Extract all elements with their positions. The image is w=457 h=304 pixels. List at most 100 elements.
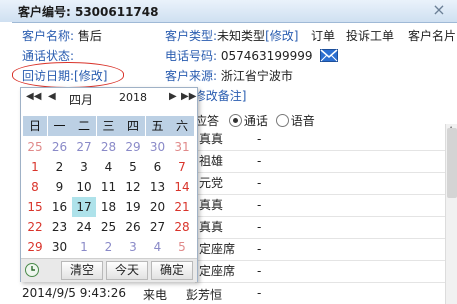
- customer-type-row: 客户类型:未知类型[修改]: [165, 27, 298, 44]
- calendar-day[interactable]: 7: [170, 157, 194, 177]
- calendar-month[interactable]: 四月: [69, 91, 93, 108]
- calendar-day[interactable]: 4: [97, 157, 121, 177]
- calendar-day[interactable]: 27: [146, 217, 170, 237]
- left-strip: [0, 22, 12, 304]
- calendar-day[interactable]: 28: [170, 217, 194, 237]
- table-row[interactable]: 定座席 -: [195, 260, 445, 283]
- calendar-day[interactable]: 5: [170, 237, 194, 257]
- row-name: 定座席: [199, 264, 236, 278]
- calendar-day[interactable]: 6: [146, 157, 170, 177]
- calendar-day[interactable]: 20: [146, 197, 170, 217]
- row-value: -: [257, 220, 262, 234]
- call-status-label: 通话状态:: [22, 49, 75, 63]
- answer-header: 应答: [195, 114, 220, 128]
- window-titlebar: 客户编号: 5300611748 ×: [0, 0, 457, 23]
- weekday-header: 三: [96, 116, 121, 136]
- calendar-day[interactable]: 21: [170, 197, 194, 217]
- calendar-day[interactable]: 23: [48, 217, 72, 237]
- row-name: 元党: [199, 176, 224, 190]
- calendar-day[interactable]: 26: [121, 217, 145, 237]
- radio-call-option[interactable]: 通话: [228, 114, 268, 128]
- calendar-day[interactable]: 25: [23, 137, 47, 157]
- row-name: 真真: [199, 198, 224, 212]
- calendar-day[interactable]: 5: [121, 157, 145, 177]
- scrollbar[interactable]: ▲: [445, 124, 457, 304]
- weekday-header: 二: [72, 116, 96, 136]
- calendar-day[interactable]: 24: [72, 217, 96, 237]
- table-row[interactable]: 元党 -: [195, 172, 445, 195]
- calendar-day[interactable]: 18: [97, 197, 121, 217]
- calendar-day[interactable]: 9: [48, 177, 72, 197]
- calendar-day[interactable]: 1: [72, 237, 96, 257]
- row-name: 真真: [199, 220, 224, 234]
- radio-voice-icon[interactable]: [275, 114, 289, 127]
- calendar-day[interactable]: 2: [48, 157, 72, 177]
- calendar-nav: ◀◀ ◀ 四月 2018 ▶ ▶▶: [21, 88, 197, 110]
- row-value: -: [257, 132, 262, 146]
- calendar-day[interactable]: 27: [72, 137, 96, 157]
- mail-icon[interactable]: [320, 49, 339, 65]
- row-value: -: [257, 154, 262, 168]
- calendar-day[interactable]: 10: [72, 177, 96, 197]
- calendar-day[interactable]: 17: [72, 197, 96, 217]
- row-name: 真真: [199, 132, 224, 146]
- calendar-day[interactable]: 3: [72, 157, 96, 177]
- calendar-footer: 清空 今天 确定: [21, 258, 197, 282]
- scrollbar-thumb[interactable]: [447, 128, 457, 198]
- calendar-day[interactable]: 1: [23, 157, 47, 177]
- next-month-icon[interactable]: ▶: [169, 91, 177, 102]
- clock-icon[interactable]: [24, 262, 40, 281]
- source-value: 浙江省宁波市: [220, 69, 293, 83]
- calendar-day[interactable]: 31: [170, 137, 194, 157]
- calendar-day[interactable]: 3: [121, 237, 145, 257]
- calendar-day[interactable]: 19: [121, 197, 145, 217]
- calendar-day[interactable]: 14: [170, 177, 194, 197]
- prev-month-icon[interactable]: ◀: [48, 91, 56, 102]
- calendar-day[interactable]: 16: [48, 197, 72, 217]
- row-name: 祖雄: [199, 154, 224, 168]
- calendar-day[interactable]: 11: [97, 177, 121, 197]
- date-picker-popup: ◀◀ ◀ 四月 2018 ▶ ▶▶ 日一二三四五六 25 26 27 28 29 30 31 1…: [20, 87, 198, 282]
- calendar-day[interactable]: 25: [97, 217, 121, 237]
- close-icon[interactable]: ×: [430, 1, 448, 19]
- phone-row: 电话号码: 057463199999: [165, 47, 339, 65]
- prev-year-icon[interactable]: ◀◀: [26, 91, 41, 102]
- radio-voice-option[interactable]: 语音: [275, 114, 315, 128]
- customer-name-row: 客户名称: 售后: [22, 27, 102, 44]
- table-row[interactable]: 真真 -: [195, 216, 445, 239]
- weekday-header: 六: [170, 116, 194, 136]
- radio-call-icon[interactable]: [228, 114, 242, 127]
- customer-type-value: 未知类型: [217, 29, 266, 43]
- table-row[interactable]: 真真 -: [195, 128, 445, 151]
- calendar-day[interactable]: 8: [23, 177, 47, 197]
- calendar-day[interactable]: 4: [146, 237, 170, 257]
- calendar-day[interactable]: 29: [23, 237, 47, 257]
- weekday-header: 五: [145, 116, 170, 136]
- calendar-day[interactable]: 13: [146, 177, 170, 197]
- table-row[interactable]: 定座席 -: [195, 238, 445, 261]
- tab-order[interactable]: 订单: [311, 27, 335, 44]
- source-label: 客户来源:: [165, 69, 218, 83]
- calendar-day[interactable]: 2: [97, 237, 121, 257]
- calendar-year[interactable]: 2018: [119, 91, 147, 104]
- confirm-button[interactable]: 确定: [151, 261, 193, 280]
- tab-card-label: 客户名片: [408, 29, 457, 43]
- phone-label: 电话号码:: [165, 49, 218, 63]
- today-button[interactable]: 今天: [106, 261, 148, 280]
- calendar-day[interactable]: 29: [121, 137, 145, 157]
- calendar-day[interactable]: 30: [48, 237, 72, 257]
- calendar-day[interactable]: 26: [48, 137, 72, 157]
- table-row[interactable]: 祖雄 -: [195, 150, 445, 173]
- calendar-day[interactable]: 15: [23, 197, 47, 217]
- clear-button[interactable]: 清空: [61, 261, 103, 280]
- calendar-day[interactable]: 12: [121, 177, 145, 197]
- calendar-day[interactable]: 28: [97, 137, 121, 157]
- customer-type-edit-link[interactable]: [修改]: [265, 29, 298, 43]
- tab-complaint[interactable]: 投诉工单: [346, 27, 394, 44]
- table-row[interactable]: 真真 -: [195, 194, 445, 217]
- next-year-icon[interactable]: ▶▶: [181, 91, 196, 102]
- calendar-day[interactable]: 22: [23, 217, 47, 237]
- calendar-day[interactable]: 30: [146, 137, 170, 157]
- tab-card[interactable]: 客户名片: [408, 27, 456, 44]
- row-value: -: [257, 198, 262, 212]
